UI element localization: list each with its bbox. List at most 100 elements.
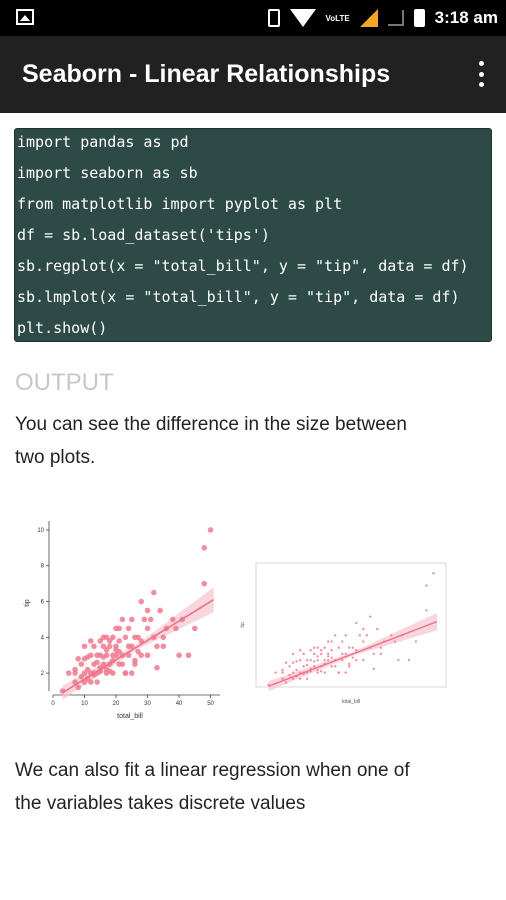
- data-point: [334, 665, 337, 668]
- data-point: [207, 527, 214, 533]
- data-point: [355, 658, 358, 662]
- data-point: [372, 652, 376, 656]
- status-bar: VoLTE 3:18 am: [0, 0, 506, 36]
- data-point: [330, 649, 333, 652]
- data-point: [323, 646, 326, 649]
- code-line: from matplotlib import pyplot as plt: [17, 195, 343, 213]
- vibrate-icon: [267, 9, 280, 27]
- x-tick-label: 30: [144, 701, 151, 707]
- x-axis-label: total_bill: [342, 699, 360, 705]
- paragraph-line: You can see the difference in the size b…: [15, 414, 407, 435]
- data-point: [72, 666, 78, 673]
- data-point: [326, 655, 330, 658]
- data-point: [138, 598, 145, 605]
- data-point: [122, 634, 129, 641]
- code-line: sb.regplot(x = "total_bill", y = "tip", …: [17, 257, 469, 275]
- code-line: import seaborn as sb: [17, 164, 198, 182]
- data-point: [323, 658, 326, 662]
- data-point: [185, 652, 192, 659]
- battery-icon: [413, 9, 425, 27]
- x-axis-label: total_bill: [117, 713, 143, 720]
- data-point: [341, 640, 344, 643]
- data-point: [319, 652, 323, 656]
- volte-label: VoLTE: [325, 13, 350, 23]
- data-point: [358, 634, 361, 637]
- data-point: [351, 656, 354, 659]
- data-point: [157, 607, 163, 614]
- data-point: [316, 668, 319, 672]
- data-point: [298, 677, 302, 680]
- y-axis-label: tip: [24, 599, 31, 607]
- more-vert-icon[interactable]: [478, 61, 484, 87]
- data-point: [119, 661, 126, 667]
- data-point: [281, 668, 284, 672]
- data-point: [84, 654, 91, 660]
- data-point: [351, 646, 354, 649]
- data-point: [302, 652, 305, 656]
- data-point: [135, 648, 141, 655]
- data-point: [316, 655, 319, 658]
- x-tick-label: 20: [113, 701, 120, 707]
- data-point: [362, 627, 365, 631]
- menu-dot: [478, 61, 484, 66]
- paragraph-line: We can also fit a linear regression when…: [15, 760, 410, 781]
- data-point: [119, 616, 126, 623]
- data-point: [88, 638, 94, 644]
- data-point: [355, 649, 358, 652]
- data-point: [326, 658, 330, 662]
- data-point: [305, 663, 309, 667]
- data-point: [191, 625, 198, 632]
- image-icon: [16, 9, 34, 25]
- y-tick-label: 2: [41, 671, 45, 677]
- data-point: [116, 638, 122, 644]
- code-line: sb.lmplot(x = "total_bill", y = "tip", d…: [17, 288, 460, 306]
- data-point: [125, 625, 132, 632]
- data-point: [390, 634, 393, 637]
- data-point: [344, 652, 347, 656]
- data-point: [369, 615, 372, 618]
- data-point: [372, 667, 376, 671]
- data-point: [288, 673, 291, 677]
- data-point: [425, 609, 428, 612]
- data-point: [144, 652, 151, 659]
- data-point: [316, 671, 319, 674]
- data-point: [94, 679, 100, 685]
- data-point: [284, 661, 288, 664]
- x-tick-label: 50: [207, 701, 214, 707]
- data-point: [128, 670, 135, 676]
- data-point: [312, 646, 316, 649]
- data-point: [274, 671, 277, 674]
- lmplot-chart: total_bill tip: [240, 562, 447, 705]
- data-point: [110, 634, 116, 641]
- data-point: [362, 640, 365, 643]
- data-point: [362, 658, 365, 662]
- data-point: [414, 640, 418, 643]
- data-point: [379, 652, 383, 656]
- data-point: [298, 649, 302, 652]
- data-point: [169, 616, 176, 623]
- data-point: [132, 657, 138, 664]
- data-point: [334, 634, 337, 637]
- data-point: [291, 677, 295, 680]
- page-title: Seaborn - Linear Relationships: [22, 60, 391, 88]
- data-point: [78, 661, 85, 667]
- code-line: df = sb.load_dataset('tips'): [17, 226, 270, 244]
- data-point: [81, 643, 88, 650]
- data-point: [376, 627, 379, 631]
- data-point: [91, 643, 97, 650]
- data-point: [291, 671, 295, 674]
- data-point: [323, 671, 326, 674]
- data-point: [365, 634, 368, 637]
- data-point: [312, 652, 316, 656]
- data-point: [154, 664, 160, 671]
- data-point: [295, 660, 298, 663]
- data-point: [341, 658, 344, 662]
- data-point: [75, 684, 82, 691]
- data-point: [291, 661, 295, 664]
- data-point: [407, 658, 411, 662]
- app-bar: Seaborn - Linear Relationships: [0, 36, 506, 113]
- data-point: [284, 681, 288, 684]
- data-point: [309, 658, 312, 662]
- paragraph-line: two plots.: [15, 447, 96, 468]
- data-point: [147, 616, 154, 623]
